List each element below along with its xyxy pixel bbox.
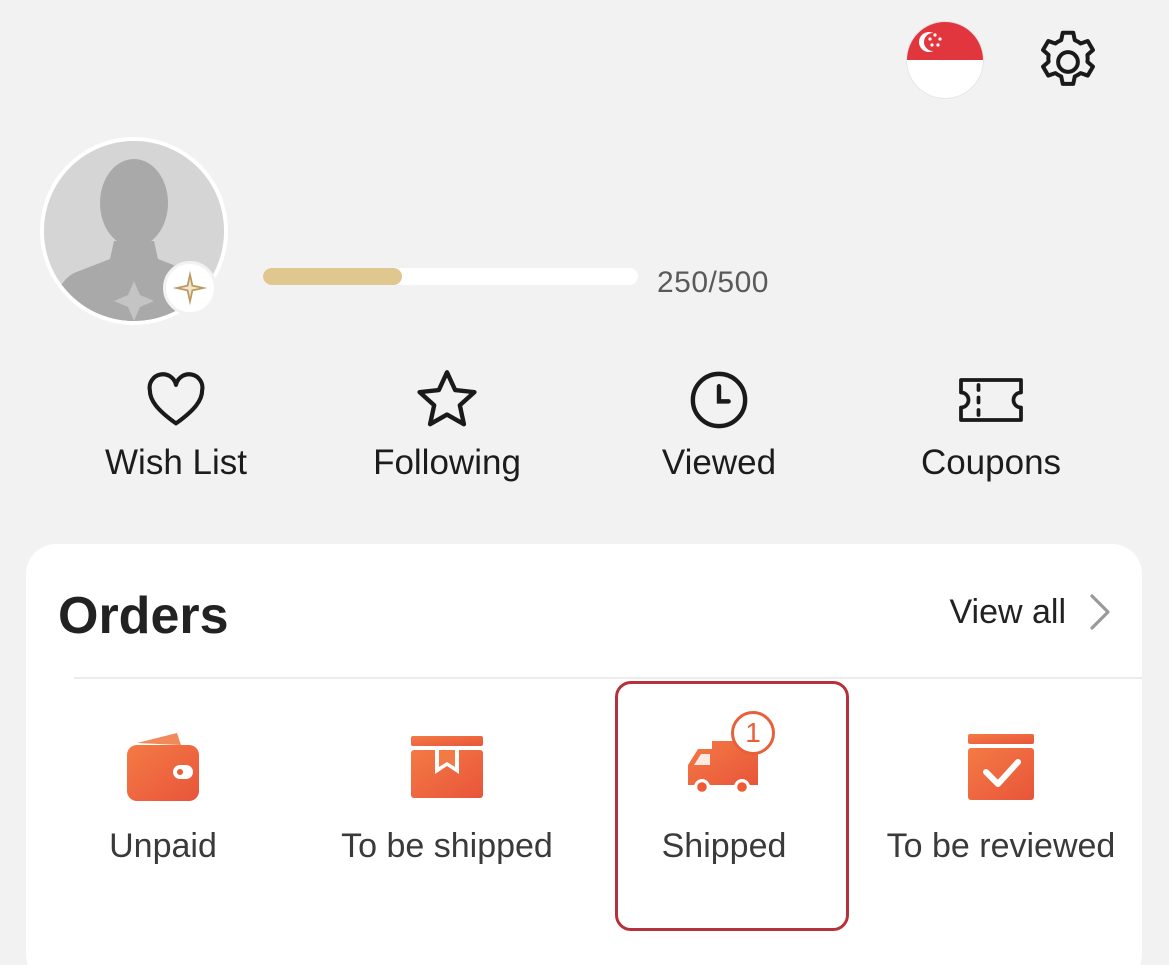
wallet-icon <box>127 733 199 801</box>
wish-list-button[interactable]: Wish List <box>66 365 286 490</box>
sparkle-star-icon <box>172 270 208 306</box>
order-status-to-be-shipped[interactable]: To be shipped <box>322 729 572 869</box>
following-label: Following <box>373 443 521 482</box>
wish-list-label: Wish List <box>105 443 247 482</box>
heart-icon <box>147 372 205 426</box>
settings-button[interactable] <box>1028 24 1108 100</box>
orders-title: Orders <box>58 587 229 645</box>
shipped-count-badge: 1 <box>731 711 775 755</box>
order-status-unpaid[interactable]: Unpaid <box>98 729 228 869</box>
viewed-button[interactable]: Viewed <box>609 365 829 490</box>
box-icon <box>411 736 483 798</box>
orders-card: Orders View all Unpaid To be shipped 1 S… <box>26 544 1142 965</box>
points-progress-fill <box>263 268 402 285</box>
order-status-shipped[interactable]: 1 Shipped <box>634 711 814 869</box>
points-progress-bar <box>263 268 638 285</box>
quick-actions: Wish List Following Viewed Coupons <box>0 365 1169 495</box>
points-progress-text: 250/500 <box>657 266 769 299</box>
account-page: 250/500 Wish List Following Viewed Coupo… <box>0 0 1169 965</box>
view-all-label: View all <box>949 592 1066 631</box>
coupons-label: Coupons <box>920 443 1062 482</box>
orders-divider <box>74 677 1142 679</box>
to-be-reviewed-label: To be reviewed <box>886 827 1116 865</box>
following-button[interactable]: Following <box>337 365 557 490</box>
review-check-icon <box>968 734 1034 800</box>
to-be-shipped-label: To be shipped <box>341 827 553 865</box>
ticket-icon <box>959 378 1023 422</box>
unpaid-label: Unpaid <box>109 827 217 865</box>
level-badge <box>163 261 217 315</box>
star-icon <box>417 370 477 427</box>
clock-icon <box>690 371 748 429</box>
gear-icon <box>1041 30 1095 86</box>
coupons-button[interactable]: Coupons <box>881 365 1101 490</box>
shipped-label: Shipped <box>661 827 787 865</box>
country-flag-button[interactable] <box>907 22 983 98</box>
order-status-to-be-reviewed[interactable]: To be reviewed <box>874 729 1128 869</box>
chevron-right-icon <box>1090 594 1110 630</box>
viewed-label: Viewed <box>661 443 777 482</box>
view-all-orders-link[interactable]: View all <box>949 590 1112 634</box>
singapore-flag-icon <box>907 22 983 98</box>
avatar-button[interactable] <box>40 137 228 325</box>
